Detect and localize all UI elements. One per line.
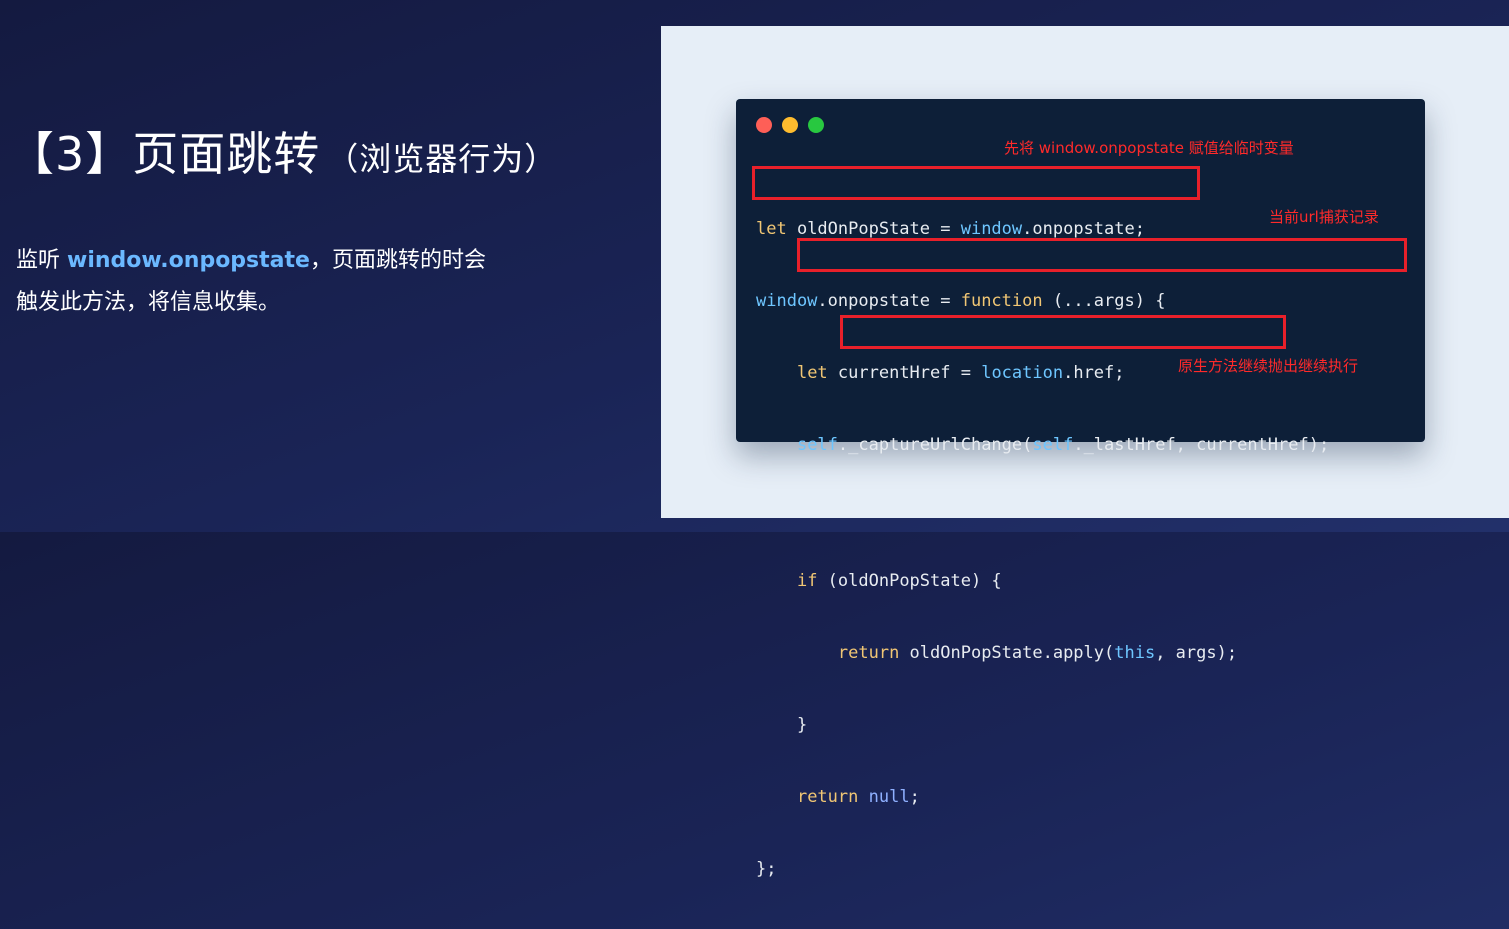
code-token: oldOnPopState =: [786, 219, 961, 239]
code-token: self: [1032, 435, 1074, 455]
highlight-box-line-6: [840, 315, 1286, 349]
code-line-2: window.onpopstate = function (...args) {: [756, 289, 1329, 313]
code-line-8: return null;: [756, 785, 1329, 809]
window-maximize-dot-icon: [808, 117, 824, 133]
code-token: null: [868, 787, 910, 807]
slide-title: 【3】页面跳转 （浏览器行为）: [8, 118, 557, 184]
description-suffix: ，页面跳转的时会: [309, 248, 486, 273]
code-token: self: [796, 435, 838, 455]
code-token: let: [756, 219, 787, 239]
code-token: oldOnPopState.apply(: [899, 643, 1115, 663]
code-block: let oldOnPopState = window.onpopstate; w…: [756, 169, 1329, 929]
code-line-4: self._captureUrlChange(self._lastHref, c…: [756, 433, 1329, 457]
code-token: function: [960, 291, 1043, 311]
slide-title-main: 【3】页面跳转: [8, 127, 321, 181]
code-line-9: };: [756, 857, 1329, 881]
annotation-note-2: 当前url捕获记录: [1269, 208, 1379, 226]
code-token: ._captureUrlChange(: [837, 435, 1033, 455]
code-token: let: [796, 363, 828, 383]
window-close-dot-icon: [756, 117, 772, 133]
code-token: (oldOnPopState) {: [817, 571, 1002, 591]
code-token: , args);: [1155, 643, 1238, 663]
code-token: ;: [909, 787, 920, 807]
description-line-1: 监听 window.onpopstate，页面跳转的时会: [16, 240, 616, 282]
description-keyword: window.onpopstate: [67, 248, 310, 273]
code-token: return: [796, 787, 859, 807]
code-token: location: [981, 363, 1064, 383]
highlight-box-line-4: [797, 238, 1407, 272]
description-line-2: 触发此方法，将信息收集。: [16, 290, 281, 315]
code-token: if: [796, 571, 818, 591]
code-window: let oldOnPopState = window.onpopstate; w…: [736, 99, 1425, 879]
code-screenshot-panel: let oldOnPopState = window.onpopstate; w…: [661, 26, 1509, 879]
description: 监听 window.onpopstate，页面跳转的时会 触发此方法，将信息收集…: [16, 240, 616, 324]
code-token: };: [756, 859, 777, 879]
window-minimize-dot-icon: [782, 117, 798, 133]
code-token: .href;: [1063, 363, 1125, 383]
code-token: }: [796, 715, 808, 735]
highlight-box-line-1: [752, 166, 1200, 200]
code-line-6: return oldOnPopState.apply(this, args);: [756, 641, 1329, 665]
code-token: return: [837, 643, 900, 663]
code-token: currentHref =: [827, 363, 982, 383]
code-line-5: if (oldOnPopState) {: [756, 569, 1329, 593]
annotation-note-1: 先将 window.onpopstate 赋值给临时变量: [1004, 139, 1294, 157]
code-line-7: }: [756, 713, 1329, 737]
code-token: .onpopstate;: [1022, 219, 1145, 239]
code-token: (...args) {: [1042, 291, 1166, 311]
annotation-note-3: 原生方法继续抛出继续执行: [1178, 357, 1359, 375]
code-token: this: [1114, 643, 1156, 663]
code-token: .onpopstate =: [817, 291, 961, 311]
description-prefix: 监听: [16, 248, 67, 273]
slide-title-sub: （浏览器行为）: [326, 140, 558, 178]
code-token: window: [960, 219, 1023, 239]
code-token: window: [756, 291, 818, 311]
code-token: ._lastHref, currentHref);: [1073, 435, 1330, 455]
